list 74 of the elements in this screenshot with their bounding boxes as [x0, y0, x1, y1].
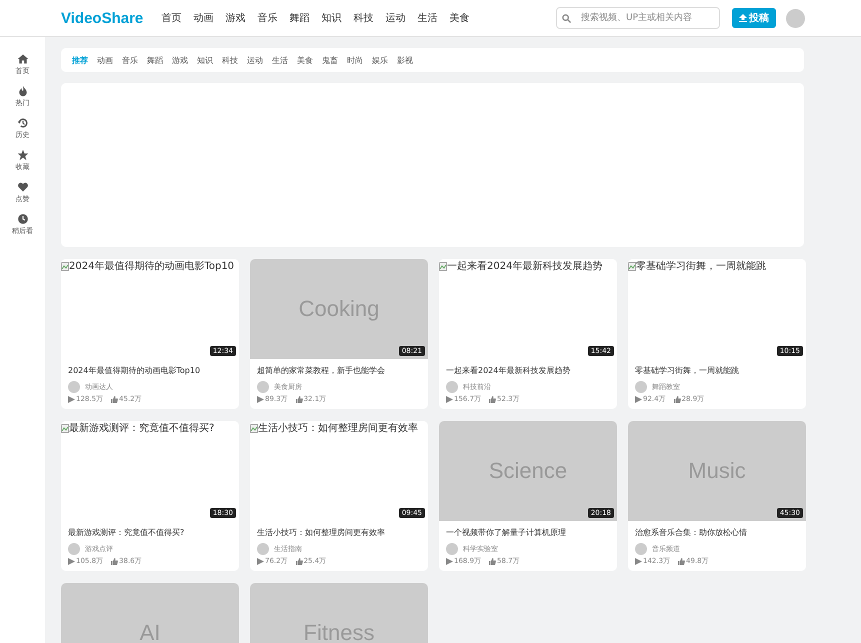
author-avatar [635, 543, 647, 555]
category-tab[interactable]: 鬼畜 [322, 54, 338, 66]
category-tab[interactable]: 科技 [222, 54, 238, 66]
category-tab[interactable]: 运动 [247, 54, 263, 66]
thumbs-up-icon [111, 558, 118, 564]
nav-link[interactable]: 美食 [449, 11, 470, 25]
video-title[interactable]: 零基础学习街舞，一周就能跳 [635, 365, 799, 376]
category-tab[interactable]: 舞蹈 [147, 54, 163, 66]
play-icon [635, 396, 642, 402]
clock-icon[interactable] [16, 213, 28, 225]
video-title[interactable]: 治愈系音乐合集：助你放松心情 [635, 527, 799, 538]
category-tab[interactable]: 时尚 [347, 54, 363, 66]
thumbs-up-icon [111, 396, 118, 402]
author-avatar [68, 381, 80, 393]
nav-link[interactable]: 舞蹈 [289, 11, 310, 25]
category-tab[interactable]: 美食 [297, 54, 313, 66]
author-avatar [446, 381, 458, 393]
nav-link[interactable]: 科技 [353, 11, 374, 25]
category-tab[interactable]: 知识 [197, 54, 213, 66]
category-tab[interactable]: 动画 [97, 54, 113, 66]
nav-link[interactable]: 游戏 [225, 11, 246, 25]
broken-image-icon [439, 262, 447, 270]
video-title[interactable]: 一个视频带你了解量子计算机原理 [446, 527, 610, 538]
star-icon[interactable] [16, 149, 28, 161]
video-title[interactable]: 生活小技巧：如何整理房间更有效率 [257, 527, 421, 538]
thumbs-up-icon [678, 558, 686, 564]
author-avatar [635, 381, 647, 393]
play-icon [446, 558, 453, 564]
broken-image-icon [61, 424, 69, 432]
search-icon [562, 14, 571, 23]
upload-icon [739, 14, 747, 22]
thumbnail-alt-text: 生活小技巧：如何整理房间更有效率 [258, 422, 418, 435]
author-avatar [257, 543, 269, 555]
play-icon [635, 558, 642, 564]
thumbs-up-icon [674, 396, 681, 402]
thumbnail-alt-text: 零基础学习街舞，一周就能跳 [636, 260, 766, 273]
broken-image-icon [61, 262, 69, 270]
author-avatar [68, 543, 80, 555]
category-tab[interactable]: 娱乐 [372, 54, 388, 66]
thumbnail-alt-text: 2024年最值得期待的动画电影Top10 [69, 260, 234, 273]
fire-icon[interactable] [16, 85, 28, 97]
nav-link[interactable]: 首页 [161, 11, 182, 25]
play-icon [257, 396, 264, 402]
thumbs-up-icon [489, 396, 496, 402]
thumbs-up-icon [489, 558, 496, 564]
nav-link[interactable]: 知识 [321, 11, 342, 25]
category-tab[interactable]: 影视 [397, 54, 413, 66]
broken-image-icon [628, 262, 636, 270]
author-avatar [257, 381, 269, 393]
heart-icon[interactable] [16, 181, 28, 193]
play-icon [68, 396, 75, 402]
category-tab[interactable]: 游戏 [172, 54, 188, 66]
play-icon [446, 396, 453, 402]
play-icon [68, 558, 75, 564]
search-field[interactable]: 搜索视频、UP主或相关内容 [556, 7, 720, 29]
category-tab[interactable]: 生活 [272, 54, 288, 66]
video-title[interactable]: 一起来看2024年最新科技发展趋势 [446, 365, 610, 376]
thumbs-up-icon [296, 558, 303, 564]
play-icon [257, 558, 264, 564]
broken-image-icon [250, 424, 258, 432]
video-title[interactable]: 最新游戏测评：究竟值不值得买? [68, 527, 232, 538]
nav-link[interactable]: 生活 [417, 11, 438, 25]
nav-link[interactable]: 音乐 [257, 11, 278, 25]
nav-link[interactable]: 运动 [385, 11, 406, 25]
video-title[interactable]: 超简单的家常菜教程，新手也能学会 [257, 365, 421, 376]
home-icon[interactable] [16, 53, 28, 65]
video-title[interactable]: 2024年最值得期待的动画电影Top10 [68, 365, 232, 376]
history-icon[interactable] [16, 117, 28, 129]
author-avatar [446, 543, 458, 555]
nav-link[interactable]: 动画 [193, 11, 214, 25]
category-tab[interactable]: 音乐 [122, 54, 138, 66]
thumbs-up-icon [296, 396, 303, 402]
thumbnail-alt-text: 一起来看2024年最新科技发展趋势 [447, 260, 602, 273]
thumbnail-alt-text: 最新游戏测评：究竟值不值得买? [69, 422, 214, 435]
